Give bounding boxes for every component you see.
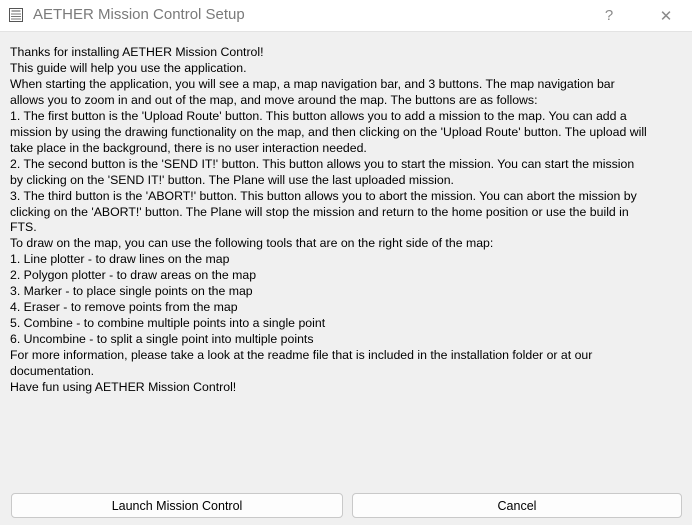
launch-mission-control-button[interactable]: Launch Mission Control: [11, 493, 343, 518]
instruction-line: To draw on the map, you can use the foll…: [10, 236, 494, 251]
instruction-line: FTS.: [10, 220, 37, 235]
instruction-line: 1. The first button is the 'Upload Route…: [10, 108, 627, 123]
instruction-line: documentation.: [10, 364, 95, 379]
cancel-button[interactable]: Cancel: [352, 493, 682, 518]
instruction-line: mission by using the drawing functionali…: [10, 124, 647, 139]
instruction-line: by clicking on the 'SEND IT!' button. Th…: [10, 172, 454, 187]
instruction-line: 3. The third button is the 'ABORT!' butt…: [10, 188, 637, 203]
instruction-line: For more information, please take a look…: [10, 348, 593, 363]
instruction-line: When starting the application, you will …: [10, 76, 615, 91]
instruction-line: Thanks for installing AETHER Mission Con…: [10, 45, 264, 59]
instruction-line: allows you to zoom in and out of the map…: [10, 92, 538, 107]
close-icon: ✕: [659, 7, 673, 25]
instruction-line: 2. Polygon plotter - to draw areas on th…: [10, 268, 257, 283]
help-icon: ?: [604, 7, 614, 24]
help-button[interactable]: ?: [586, 0, 632, 31]
instruction-line: Have fun using AETHER Mission Control!: [10, 380, 237, 395]
instruction-line: 2. The second button is the 'SEND IT!' b…: [10, 156, 635, 171]
instruction-line: 1. Line plotter - to draw lines on the m…: [10, 252, 230, 267]
instruction-line: 5. Combine - to combine multiple points …: [10, 316, 326, 331]
instruction-line: 6. Uncombine - to split a single point i…: [10, 332, 314, 347]
instruction-line: take place in the background, there is n…: [10, 140, 367, 155]
title-bar: AETHER Mission Control Setup ? ✕: [0, 0, 692, 32]
instruction-line: 4. Eraser - to remove points from the ma…: [10, 300, 238, 315]
app-window-icon: [8, 7, 24, 23]
window-title: AETHER Mission Control Setup: [33, 6, 245, 23]
instruction-line: This guide will help you use the applica…: [10, 60, 247, 75]
instructions-text: Thanks for installing AETHER Mission Con…: [10, 45, 686, 396]
instruction-line: 3. Marker - to place single points on th…: [10, 284, 253, 299]
close-button[interactable]: ✕: [643, 0, 689, 31]
instruction-line: clicking on the 'ABORT!' button. The Pla…: [10, 204, 629, 219]
